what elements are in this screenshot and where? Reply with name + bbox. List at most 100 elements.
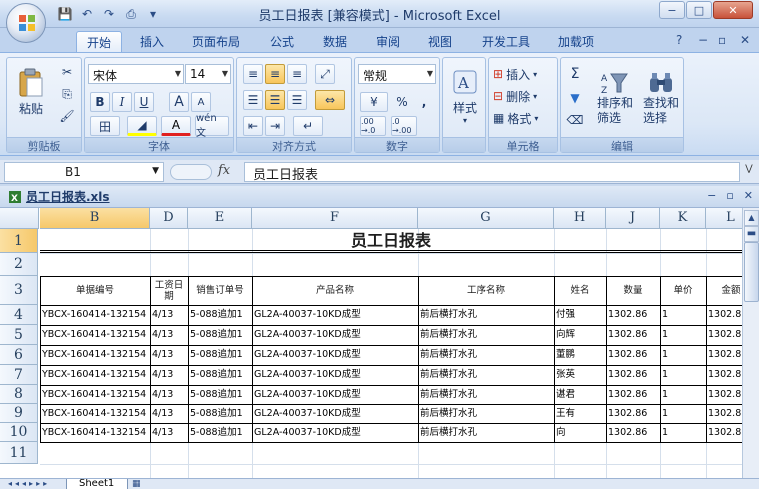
row-header-11[interactable]: 11 (0, 442, 38, 464)
column-header-b[interactable]: B (40, 208, 150, 229)
format-cells-button[interactable]: ▦ 格式 ▾ (493, 108, 538, 128)
row-header-2[interactable]: 2 (0, 253, 38, 276)
table-cell[interactable]: 1302.86 (606, 365, 660, 385)
ribbon-restore-button[interactable]: ▫ (718, 33, 726, 47)
table-cell[interactable]: 1302.86 (606, 385, 660, 404)
table-cell[interactable]: 1 (660, 423, 706, 442)
minimize-button[interactable]: − (659, 1, 685, 19)
table-cell[interactable]: 前后横打水孔 (418, 385, 554, 404)
sheet-tab-sheet1[interactable]: Sheet1 (66, 479, 128, 489)
formula-bar-splitter[interactable] (170, 164, 212, 180)
table-cell[interactable]: 1302.8 (706, 423, 742, 442)
row-header-10[interactable]: 10 (0, 423, 38, 442)
table-cell[interactable]: GL2A-40037-10KD成型 (252, 305, 418, 325)
tab-home[interactable]: 开始 (76, 31, 123, 52)
clear-icon[interactable]: ⌫ (565, 110, 585, 130)
tab-view[interactable]: 视图 (418, 31, 462, 52)
workbook-close-button[interactable]: ✕ (744, 189, 753, 202)
styles-button[interactable]: A 样式 ▾ (445, 62, 485, 132)
office-button[interactable] (6, 3, 46, 43)
table-cell[interactable]: 1302.86 (606, 325, 660, 345)
font-size-select[interactable]: 14 ▼ (185, 64, 231, 84)
expand-formula-icon[interactable]: ⋁ (742, 164, 756, 180)
font-color-button[interactable]: A (161, 116, 191, 136)
tab-insert[interactable]: 插入 (130, 31, 174, 52)
table-cell[interactable]: YBCX-160414-132154 (40, 404, 150, 423)
table-cell[interactable]: 5-088追加1 (188, 345, 252, 365)
table-cell[interactable]: GL2A-40037-10KD成型 (252, 365, 418, 385)
cut-icon[interactable]: ✂ (57, 62, 77, 82)
tab-page-layout[interactable]: 页面布局 (182, 31, 250, 52)
table-cell[interactable]: 1302.8 (706, 305, 742, 325)
comma-button[interactable]: , (414, 92, 434, 112)
font-name-select[interactable]: 宋体 ▼ (88, 64, 184, 84)
column-header-h[interactable]: H (554, 208, 606, 229)
table-cell[interactable]: 4/13 (150, 345, 188, 365)
table-cell[interactable]: 1 (660, 325, 706, 345)
select-all-corner[interactable] (0, 208, 39, 229)
table-cell[interactable]: 4/13 (150, 404, 188, 423)
table-cell[interactable]: 1 (660, 365, 706, 385)
table-cell[interactable]: 1302.86 (606, 345, 660, 365)
maximize-button[interactable]: □ (686, 1, 712, 19)
grow-font-button[interactable]: A (169, 92, 189, 112)
column-header-l[interactable]: L (706, 208, 742, 229)
column-header-j[interactable]: J (606, 208, 660, 229)
row-header-7[interactable]: 7 (0, 365, 38, 385)
row-header-4[interactable]: 4 (0, 305, 38, 325)
table-cell[interactable]: 5-088追加1 (188, 385, 252, 404)
border-button[interactable]: 田 (90, 116, 120, 136)
workbook-restore-button[interactable]: ▫ (726, 189, 733, 202)
column-heading[interactable]: 工资日 期 (150, 276, 188, 305)
help-icon[interactable]: ? (676, 33, 682, 47)
decrease-indent-icon[interactable]: ⇤ (243, 116, 263, 136)
tab-review[interactable]: 审阅 (366, 31, 410, 52)
fill-icon[interactable]: ▼ (565, 88, 585, 108)
table-cell[interactable]: GL2A-40037-10KD成型 (252, 423, 418, 442)
align-top-icon[interactable]: ≡ (243, 64, 263, 84)
table-cell[interactable]: 1302.8 (706, 385, 742, 404)
close-button[interactable]: ✕ (713, 1, 753, 19)
column-header-e[interactable]: E (188, 208, 252, 229)
table-cell[interactable]: 谌君 (554, 385, 606, 404)
table-cell[interactable]: 1302.8 (706, 325, 742, 345)
table-cell[interactable]: 1302.8 (706, 365, 742, 385)
table-cell[interactable]: 1302.86 (606, 404, 660, 423)
row-header-5[interactable]: 5 (0, 325, 38, 345)
vertical-scrollbar[interactable]: ▲ ▬ (742, 208, 759, 478)
workbook-minimize-button[interactable]: − (707, 189, 716, 202)
insert-sheet-icon[interactable]: ▦ (132, 479, 141, 489)
table-cell[interactable]: 5-088追加1 (188, 365, 252, 385)
table-cell[interactable]: 4/13 (150, 423, 188, 442)
column-heading[interactable]: 数量 (606, 276, 660, 305)
tab-addins[interactable]: 加载项 (548, 31, 604, 52)
increase-indent-icon[interactable]: ⇥ (265, 116, 285, 136)
table-cell[interactable]: 5-088追加1 (188, 404, 252, 423)
table-cell[interactable]: 王有 (554, 404, 606, 423)
column-heading[interactable]: 产品名称 (252, 276, 418, 305)
insert-cells-button[interactable]: ⊞ 插入 ▾ (493, 64, 537, 84)
scroll-thumb[interactable] (744, 242, 759, 302)
text-orientation-icon[interactable]: ⤢ (315, 64, 335, 84)
worksheet-grid[interactable]: B D E F G H J K L 1 2 3 4 5 6 7 8 9 10 11 员工日报表 单据编号 工资日 期销售订单… (0, 208, 742, 478)
align-right-icon[interactable]: ☰ (287, 90, 307, 110)
table-cell[interactable]: GL2A-40037-10KD成型 (252, 385, 418, 404)
row-header-1[interactable]: 1 (0, 229, 38, 253)
wrap-text-icon[interactable]: ↵ (293, 116, 323, 136)
align-bottom-icon[interactable]: ≡ (287, 64, 307, 84)
table-cell[interactable]: YBCX-160414-132154 (40, 345, 150, 365)
table-cell[interactable]: GL2A-40037-10KD成型 (252, 325, 418, 345)
table-cell[interactable]: 1302.86 (606, 305, 660, 325)
tab-formulas[interactable]: 公式 (260, 31, 304, 52)
underline-button[interactable]: U (134, 92, 154, 112)
percent-button[interactable]: % (392, 92, 412, 112)
formula-input[interactable]: 员工日报表 (244, 162, 740, 183)
table-cell[interactable]: 4/13 (150, 365, 188, 385)
table-cell[interactable]: YBCX-160414-132154 (40, 385, 150, 404)
column-heading[interactable]: 姓名 (554, 276, 606, 305)
align-middle-icon[interactable]: ≡ (265, 64, 285, 84)
tab-developer[interactable]: 开发工具 (472, 31, 540, 52)
name-box[interactable]: B1 ▼ (4, 162, 164, 182)
column-header-g[interactable]: G (418, 208, 554, 229)
table-cell[interactable]: YBCX-160414-132154 (40, 423, 150, 442)
